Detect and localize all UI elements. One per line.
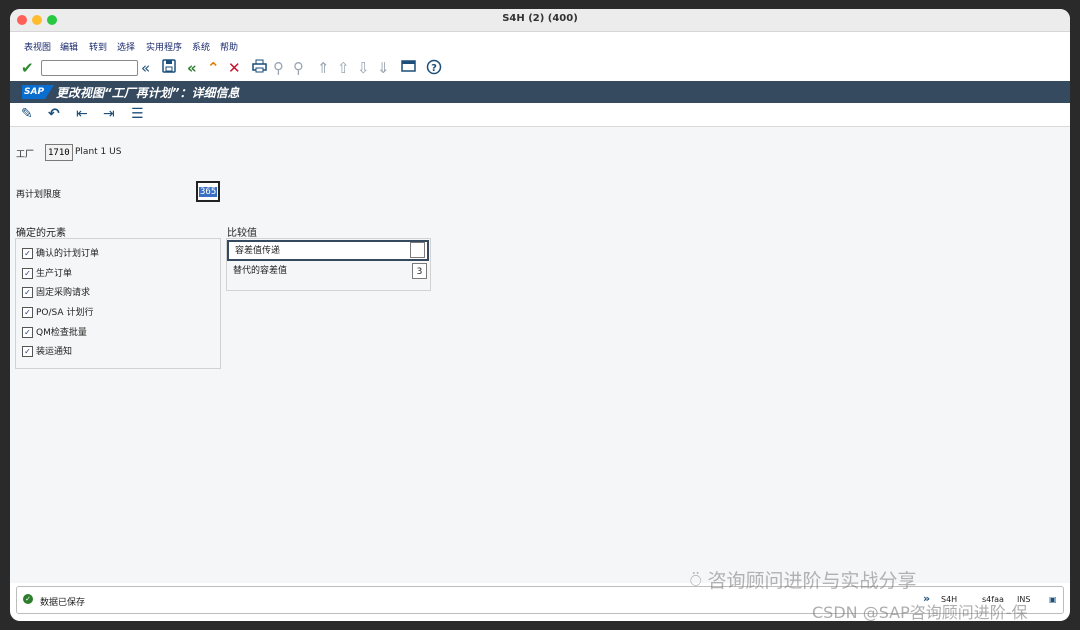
help-icon[interactable]: ? — [426, 59, 442, 79]
first-page-icon[interactable]: ⇑ — [317, 59, 330, 77]
plant-label: 工厂 — [16, 150, 35, 160]
undo-icon[interactable]: ↶ — [48, 106, 60, 122]
replan-limit-field[interactable]: 365 — [196, 181, 220, 202]
checkbox-label: 确认的计划订单 — [36, 249, 100, 259]
menu-table-view[interactable]: 表视图 — [24, 40, 51, 53]
status-message: 数据已保存 — [40, 598, 86, 608]
fixed-purchase-requisition-checkbox[interactable]: ✓ — [22, 287, 33, 298]
checkbox-label: QM检查批量 — [36, 328, 87, 338]
tolerance-pass-field[interactable] — [410, 242, 425, 258]
checkbox-row: ✓ 确认的计划订单 — [22, 246, 99, 259]
watermark-csdn: CSDN @SAP咨询顾问进阶-保 — [812, 603, 1028, 622]
checkbox-label: 装运通知 — [36, 347, 73, 357]
back-icon[interactable]: « — [187, 59, 197, 77]
checkbox-row: ✓ 生产订单 — [22, 266, 72, 279]
plant-name: Plant 1 US — [75, 147, 122, 157]
page-title: 更改视图“工厂再计划”：详细信息 — [56, 86, 240, 100]
standard-toolbar: ✔ « « ⌃ ✕ ⚲ ⚲ ⇑ ⇧ ⇩ ⇓ ? — [10, 57, 1070, 81]
next-entry-icon[interactable]: ⇥ — [103, 106, 115, 122]
menu-utilities[interactable]: 实用程序 — [146, 40, 182, 53]
exit-icon[interactable]: ⌃ — [207, 59, 220, 77]
layout-icon[interactable] — [401, 59, 416, 77]
checkmark-icon[interactable]: ✔ — [21, 59, 34, 77]
shipping-notification-checkbox[interactable]: ✓ — [22, 346, 33, 357]
display-change-icon[interactable]: ✎ — [21, 106, 33, 122]
session-info-icon[interactable]: ▣ — [1049, 595, 1057, 604]
watermark-channel-text: 咨询顾问进阶与实战分享 — [707, 570, 917, 592]
menu-edit[interactable]: 编辑 — [60, 40, 78, 53]
find-icon[interactable]: ⚲ — [273, 59, 284, 77]
sap-logo: SAP — [22, 85, 54, 99]
production-order-checkbox[interactable]: ✓ — [22, 268, 33, 279]
fixed-elements-group: ✓ 确认的计划订单 ✓ 生产订单 ✓ 固定采购请求 ✓ PO/SA 计划行 ✓ QM检查批… — [15, 238, 221, 369]
window-title: S4H (2) (400) — [502, 13, 578, 24]
window-titlebar: S4H (2) (400) — [10, 9, 1070, 32]
plant-field: 1710 — [45, 144, 73, 161]
menu-system[interactable]: 系统 — [192, 40, 210, 53]
checkbox-label: PO/SA 计划行 — [36, 308, 94, 318]
menu-bar: 表视图 编辑 转到 选择 实用程序 系统 帮助 — [10, 32, 1070, 57]
command-field[interactable] — [41, 60, 138, 76]
menu-goto[interactable]: 转到 — [89, 40, 107, 53]
checkbox-row: ✓ 固定采购请求 — [22, 285, 90, 298]
success-icon: ✓ — [23, 594, 33, 604]
alternative-tolerance-label: 替代的容差值 — [233, 266, 288, 276]
tolerance-pass-row: 容差值传递 — [227, 240, 429, 261]
application-toolbar: ✎ ↶ ⇤ ⇥ ☰ — [10, 104, 1070, 127]
tolerance-pass-label: 容差值传递 — [235, 246, 281, 256]
qm-inspection-lot-checkbox[interactable]: ✓ — [22, 327, 33, 338]
find-next-icon[interactable]: ⚲ — [293, 59, 304, 77]
previous-page-icon[interactable]: ⇧ — [337, 59, 350, 77]
alternative-tolerance-field[interactable]: 3 — [412, 263, 427, 279]
checkbox-label: 固定采购请求 — [36, 288, 91, 298]
svg-text:?: ? — [431, 63, 437, 74]
po-sa-schedule-line-checkbox[interactable]: ✓ — [22, 307, 33, 318]
sap-gui-window: S4H (2) (400) 表视图 编辑 转到 选择 实用程序 系统 帮助 ✔ … — [10, 9, 1070, 621]
variable-list-icon[interactable]: ☰ — [131, 106, 144, 122]
cancel-icon[interactable]: ✕ — [228, 59, 241, 77]
alternative-tolerance-row: 替代的容差值 3 — [227, 262, 429, 281]
comparison-values-group: 容差值传递 替代的容差值 3 — [226, 238, 431, 291]
menu-help[interactable]: 帮助 — [220, 40, 238, 53]
previous-entry-icon[interactable]: ⇤ — [76, 106, 88, 122]
watermark-channel: ⍥ 咨询顾问进阶与实战分享 — [690, 566, 916, 593]
checkbox-row: ✓ QM检查批量 — [22, 325, 87, 338]
next-page-icon[interactable]: ⇩ — [357, 59, 370, 77]
firmed-planned-order-checkbox[interactable]: ✓ — [22, 248, 33, 259]
replan-limit-label: 再计划限度 — [16, 190, 62, 200]
replan-limit-value: 365 — [199, 187, 218, 197]
wechat-icon: ⍥ — [690, 570, 702, 592]
checkbox-row: ✓ PO/SA 计划行 — [22, 305, 93, 318]
comparison-values-title: 比较值 — [227, 228, 257, 239]
menu-selection[interactable]: 选择 — [117, 40, 135, 53]
print-icon[interactable] — [252, 59, 267, 77]
checkbox-row: ✓ 装运通知 — [22, 344, 72, 357]
last-page-icon[interactable]: ⇓ — [377, 59, 390, 77]
back-double-icon[interactable]: « — [141, 59, 150, 77]
detail-screen: 工厂 1710 Plant 1 US 再计划限度 365 确定的元素 ✓ 确认的计… — [10, 127, 1070, 583]
title-bar: SAP 更改视图“工厂再计划”：详细信息 — [10, 81, 1070, 103]
fixed-elements-title: 确定的元素 — [16, 228, 66, 239]
save-icon[interactable] — [162, 59, 176, 77]
checkbox-label: 生产订单 — [36, 269, 73, 279]
